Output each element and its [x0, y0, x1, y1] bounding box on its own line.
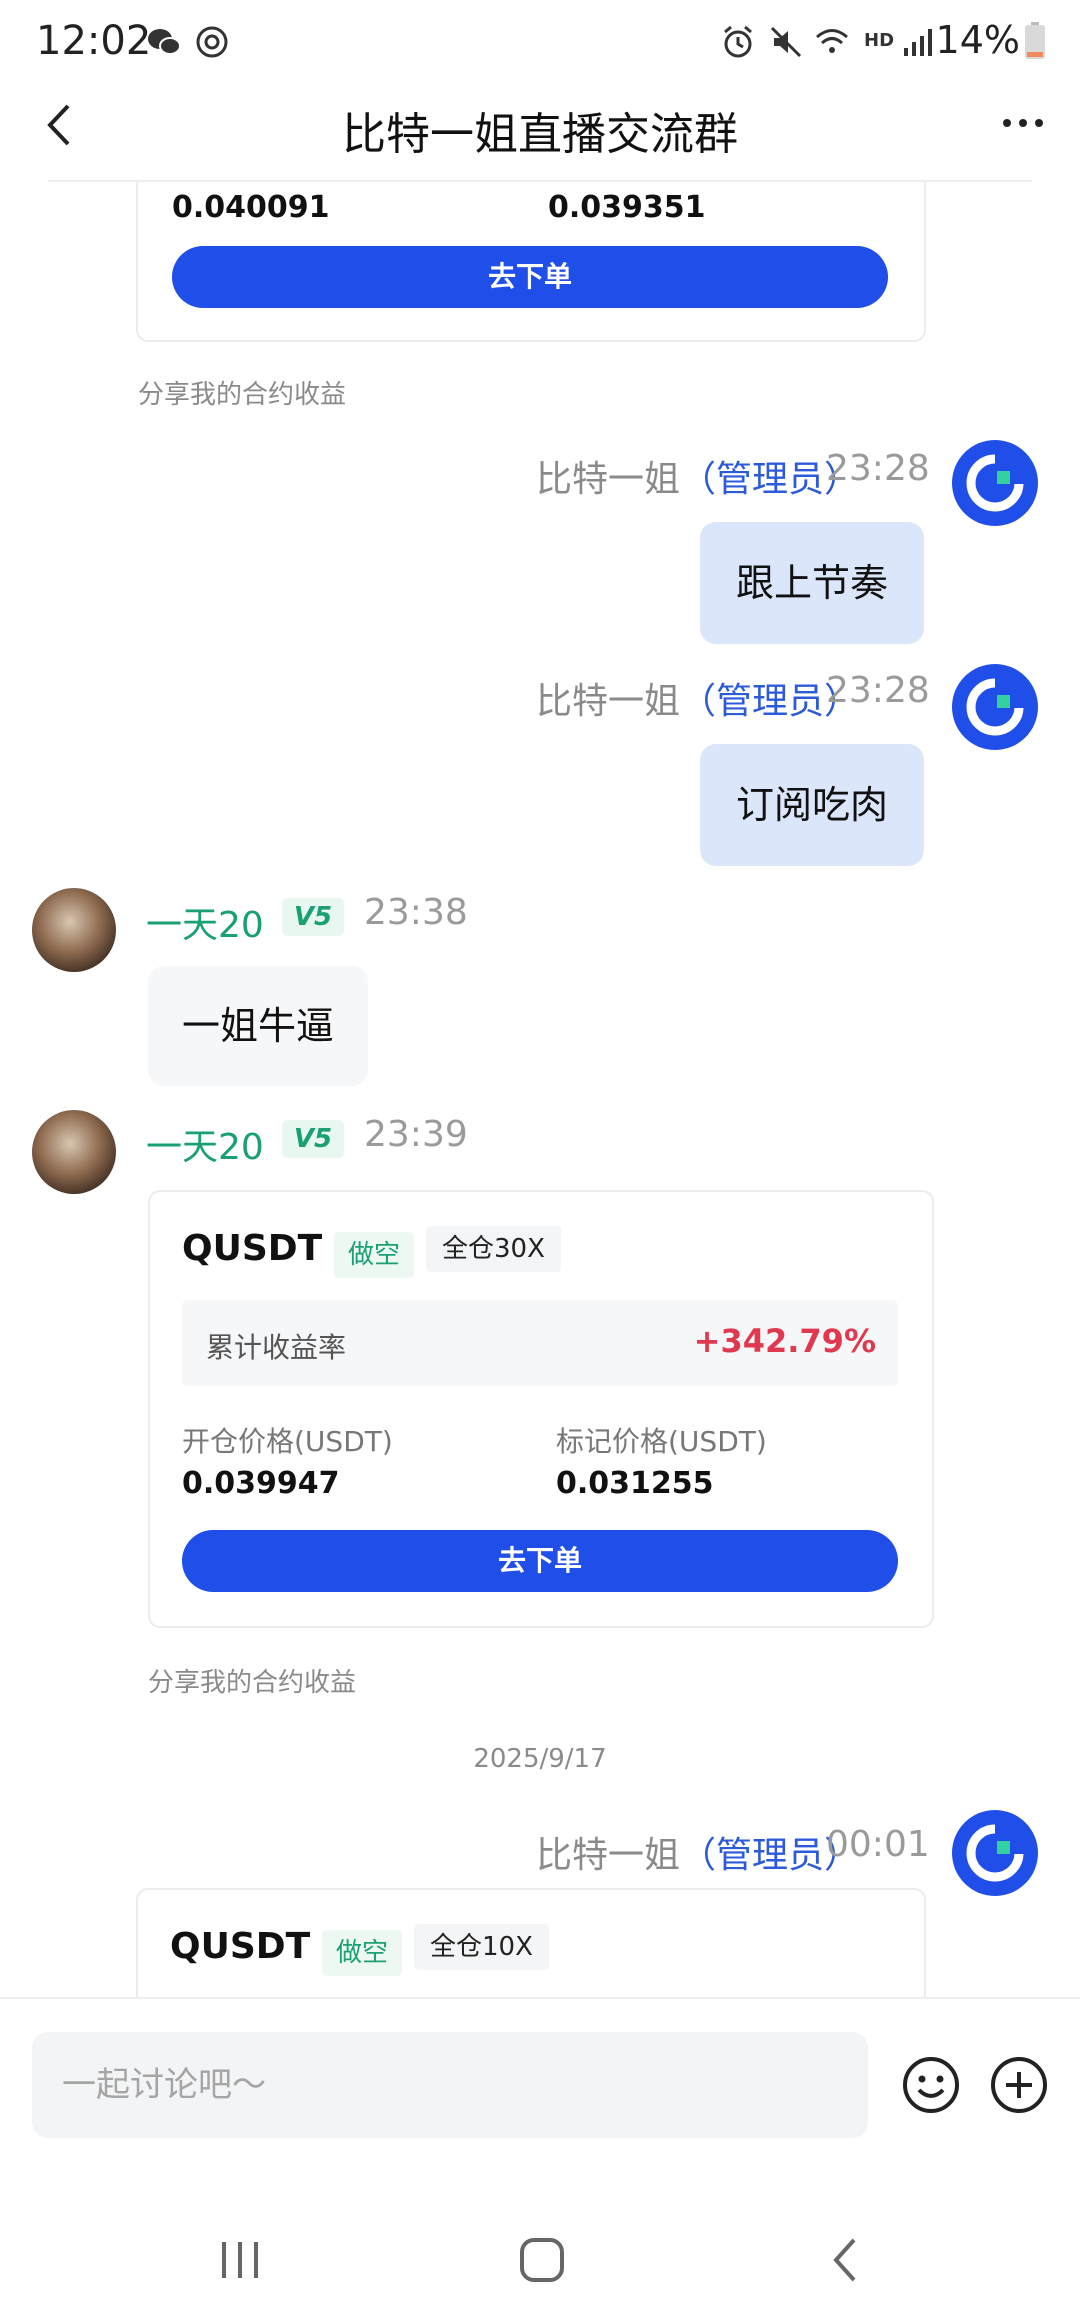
leverage-tag: 全仓10X — [414, 1924, 549, 1970]
wifi-icon — [816, 29, 848, 53]
vip-badge: V5 — [282, 1120, 344, 1158]
contract-share-card[interactable]: QUSDT 做空 全仓10X — [136, 1888, 926, 1997]
battery-icon — [1025, 22, 1045, 59]
mark-price-value: 0.031255 — [556, 1466, 714, 1501]
message-input[interactable] — [32, 2032, 868, 2138]
hd-label: HD — [864, 30, 895, 51]
return-box: 累计收益率 +342.79% — [182, 1300, 898, 1386]
return-value: +342.79% — [693, 1322, 876, 1360]
message-time: 23:39 — [364, 1114, 468, 1155]
admin-avatar-icon[interactable] — [952, 664, 1038, 750]
direction-tag: 做空 — [334, 1232, 415, 1278]
user-avatar[interactable] — [32, 888, 116, 972]
order-button[interactable]: 去下单 — [182, 1530, 898, 1592]
alarm-icon — [724, 25, 752, 58]
admin-sender: 比特一姐（管理员） — [535, 459, 860, 500]
open-price-label: 开仓价格(USDT) — [182, 1425, 393, 1458]
signal-icon — [904, 29, 932, 56]
top-card-order-button[interactable]: 去下单 — [172, 246, 888, 308]
recent-apps-icon[interactable] — [200, 2220, 280, 2300]
message-time: 23:28 — [826, 670, 930, 711]
date-separator: 2025/9/17 — [473, 1744, 607, 1774]
message-bubble[interactable]: 跟上节奏 — [700, 522, 924, 644]
user-sender-name: 一天20 — [146, 905, 264, 946]
share-note: 分享我的合约收益 — [148, 1668, 357, 1698]
return-label: 累计收益率 — [206, 1331, 347, 1364]
mute-icon — [770, 26, 802, 58]
card-symbol: QUSDT — [170, 1926, 311, 1967]
chat-title: 比特一姐直播交流群 — [342, 109, 738, 160]
message-time: 23:28 — [826, 448, 930, 489]
status-time: 12:02 — [36, 18, 152, 64]
top-card-mark-price: 0.039351 — [548, 190, 706, 225]
admin-sender: 比特一姐（管理员） — [535, 1835, 860, 1876]
app-notification-icon — [196, 26, 228, 58]
plus-icon[interactable] — [990, 2056, 1048, 2114]
direction-tag: 做空 — [322, 1930, 403, 1976]
leverage-tag: 全仓30X — [426, 1226, 561, 1272]
battery-level: 14% — [935, 18, 1020, 62]
top-card-open-price: 0.040091 — [172, 190, 330, 225]
admin-avatar-icon[interactable] — [952, 440, 1038, 526]
contract-share-card[interactable]: QUSDT 做空 全仓30X 累计收益率 +342.79% 开仓价格(USDT)… — [148, 1190, 934, 1628]
chat-message-list[interactable]: 0.040091 0.039351 去下单 分享我的合约收益 比特一姐（管理员）… — [0, 182, 1080, 1997]
home-icon[interactable] — [502, 2220, 582, 2300]
user-sender-name: 一天20 — [146, 1127, 264, 1168]
nav-back-icon[interactable] — [806, 2220, 886, 2300]
vip-badge: V5 — [282, 898, 344, 936]
message-time: 00:01 — [826, 1824, 930, 1865]
message-bubble[interactable]: 订阅吃肉 — [700, 744, 924, 866]
mark-price-label: 标记价格(USDT) — [556, 1425, 767, 1458]
open-price-value: 0.039947 — [182, 1466, 340, 1501]
top-card-share-note: 分享我的合约收益 — [138, 380, 347, 410]
admin-sender: 比特一姐（管理员） — [535, 681, 860, 722]
top-contract-card[interactable]: 0.040091 0.039351 去下单 — [136, 182, 926, 342]
more-icon[interactable] — [1000, 108, 1046, 138]
wechat-icon — [148, 29, 181, 55]
admin-avatar-icon[interactable] — [952, 1810, 1038, 1896]
card-symbol: QUSDT — [182, 1228, 323, 1269]
user-avatar[interactable] — [32, 1110, 116, 1194]
emoji-icon[interactable] — [902, 2056, 960, 2114]
message-bubble[interactable]: 一姐牛逼 — [148, 966, 368, 1086]
message-time: 23:38 — [364, 892, 468, 933]
input-divider — [0, 1997, 1080, 1999]
